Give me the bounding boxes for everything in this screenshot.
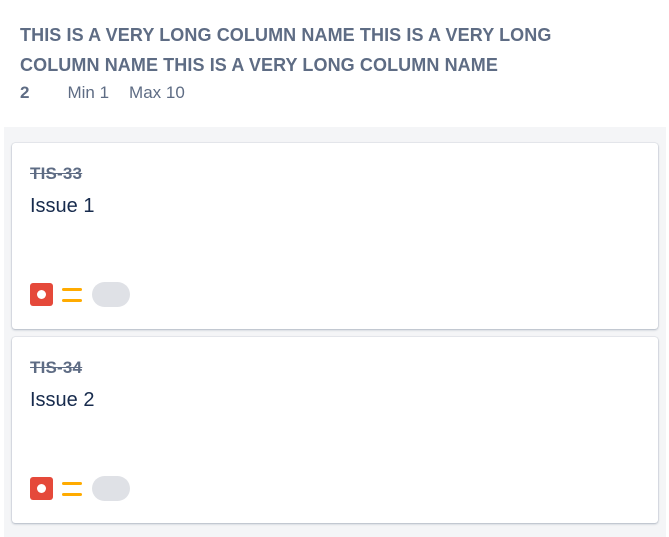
issue-summary: Issue 2 <box>30 389 95 411</box>
board-column: This is a very long column name this is … <box>0 0 669 537</box>
issue-card[interactable]: TIS-34 Issue 2 <box>12 337 658 523</box>
column-title: This is a very long column name this is … <box>20 25 552 75</box>
min-constraint: Min 1 <box>67 83 110 102</box>
max-constraint: Max 10 <box>129 83 185 102</box>
card-footer <box>30 476 130 501</box>
bug-icon <box>30 477 53 500</box>
estimate-badge <box>92 282 130 307</box>
issue-count: 2 <box>20 83 30 102</box>
priority-medium-icon <box>62 481 82 496</box>
estimate-badge <box>92 476 130 501</box>
issue-card[interactable]: TIS-33 Issue 1 <box>12 143 658 329</box>
card-footer <box>30 282 130 307</box>
bug-icon <box>30 283 53 306</box>
issue-summary: Issue 1 <box>30 195 95 217</box>
column-header[interactable]: This is a very long column name this is … <box>0 0 669 127</box>
card-list: TIS-33 Issue 1 TIS-34 Issue 2 <box>4 127 666 537</box>
column-meta: 2 Min 1 Max 10 <box>20 82 649 104</box>
issue-key[interactable]: TIS-34 <box>30 357 640 379</box>
issue-key[interactable]: TIS-33 <box>30 163 640 185</box>
priority-medium-icon <box>62 287 82 302</box>
